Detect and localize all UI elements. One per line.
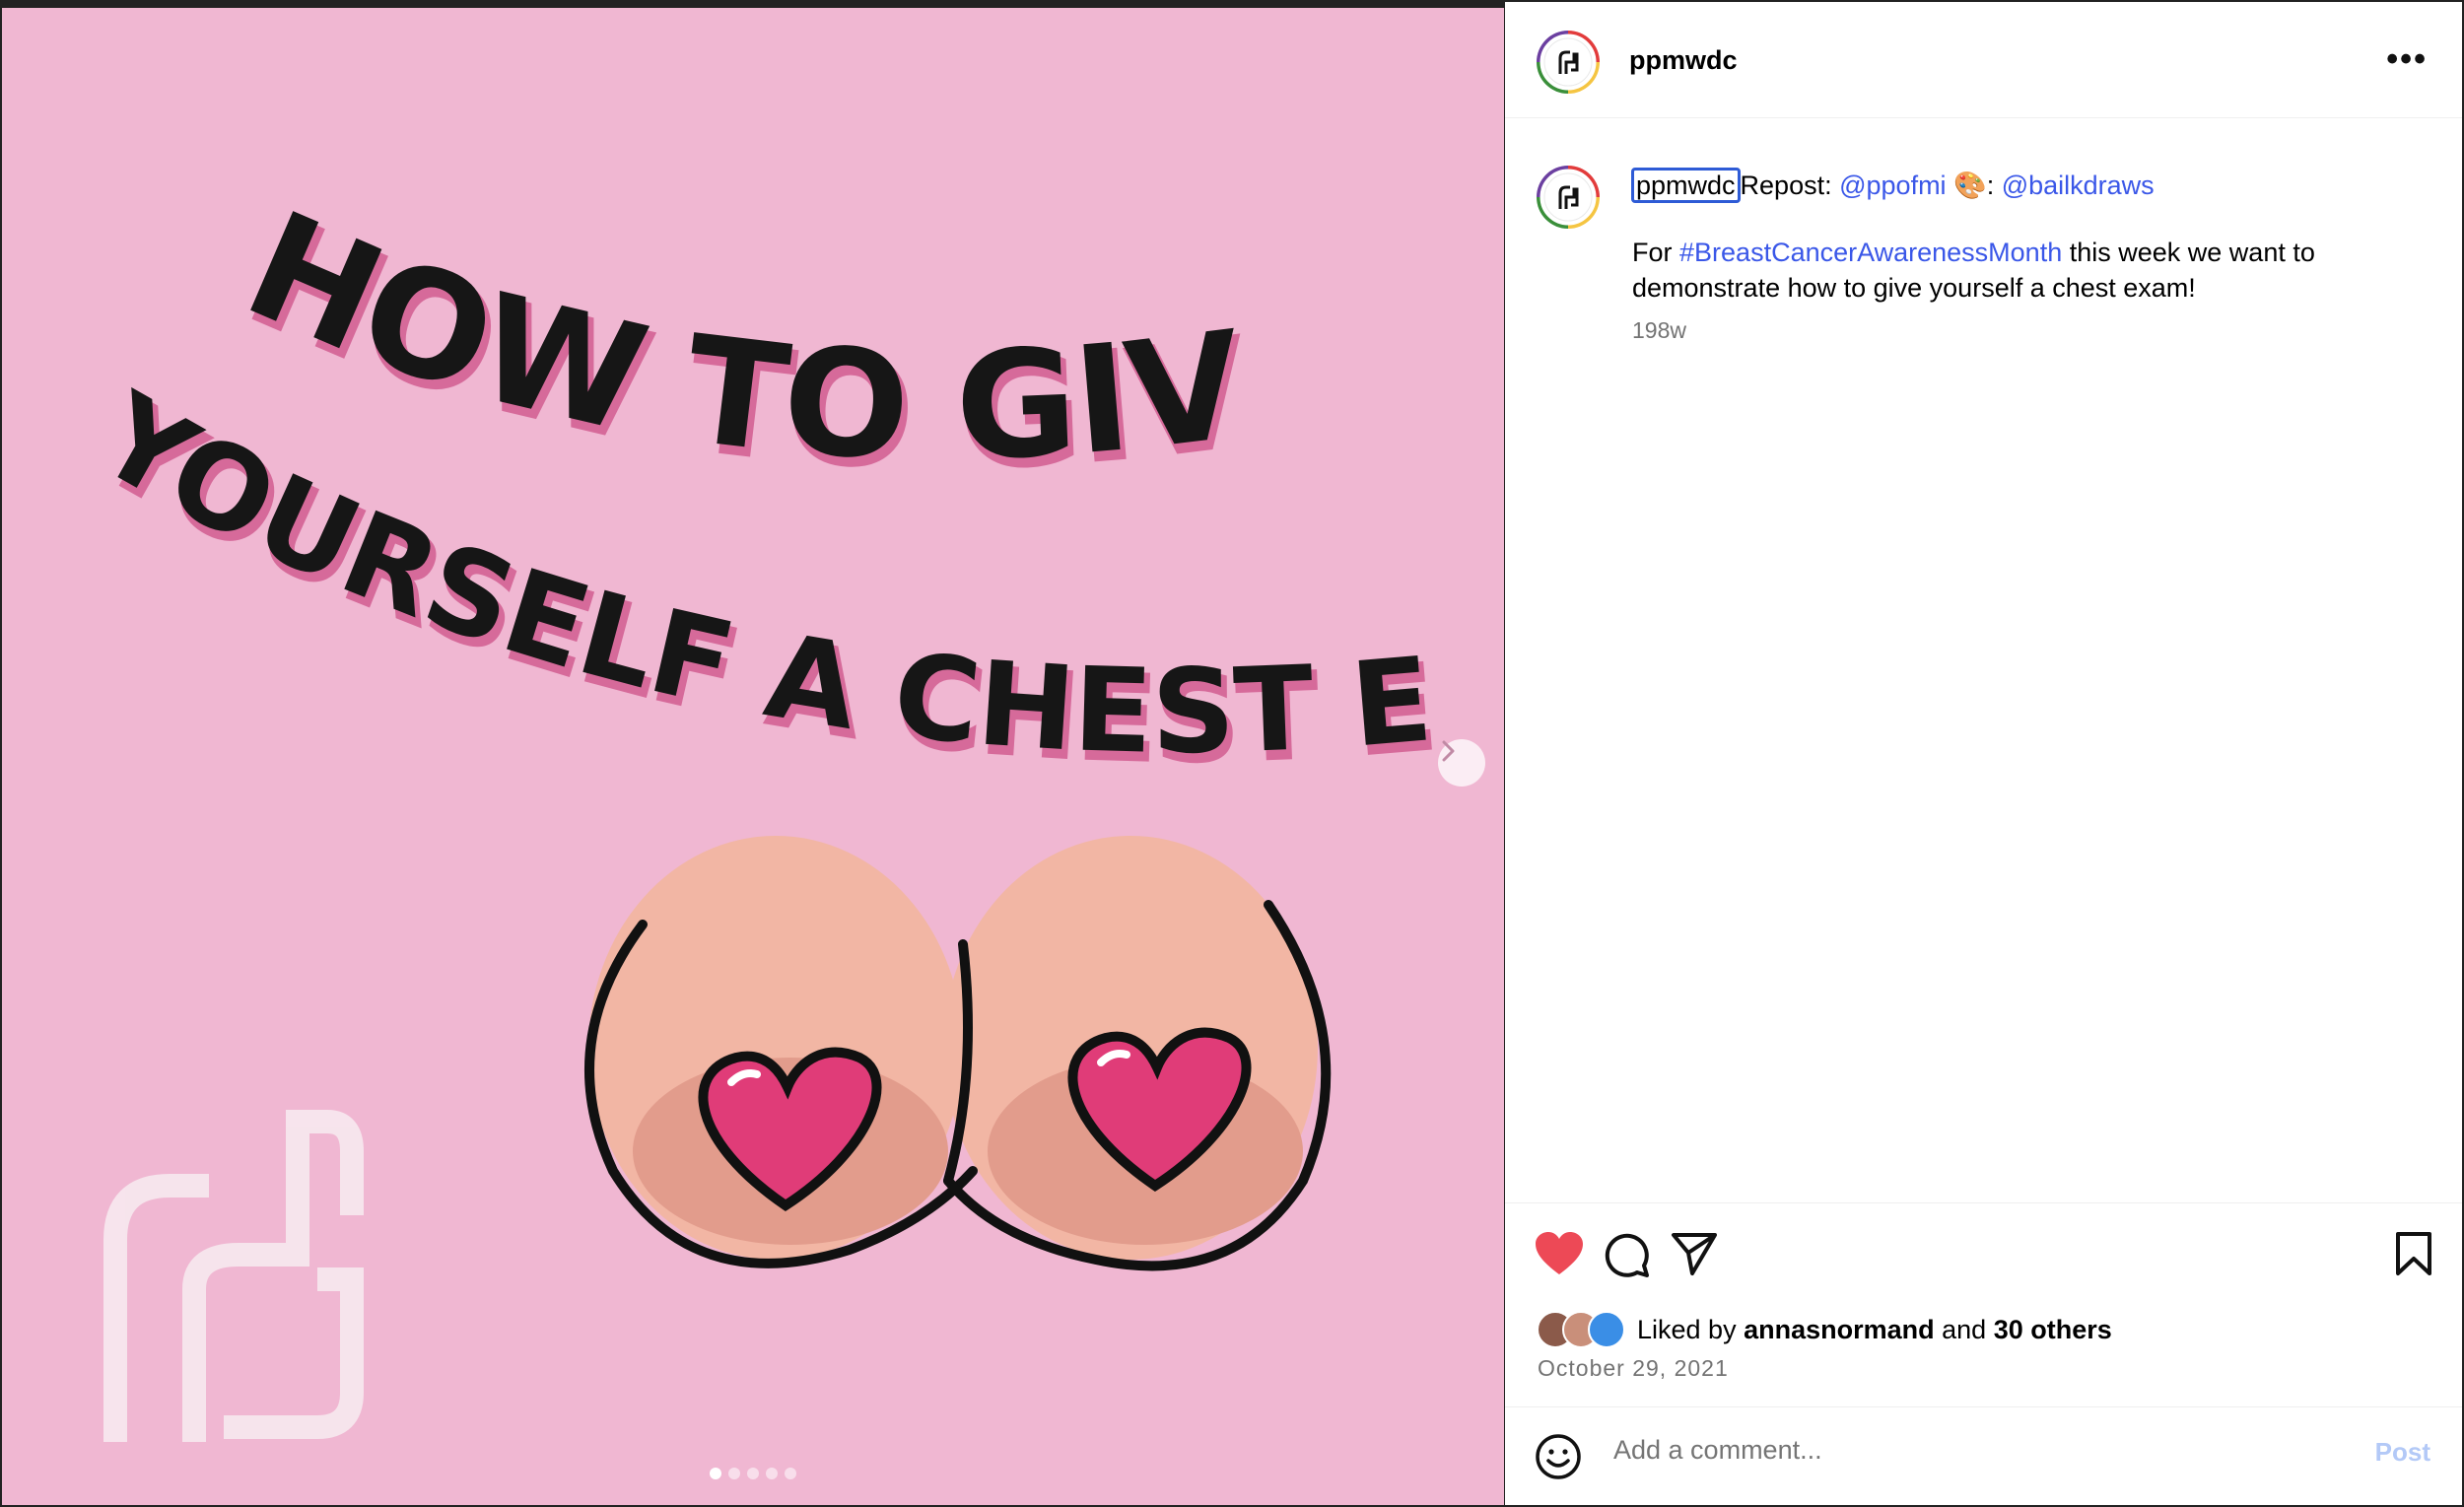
carousel-indicator (710, 1468, 796, 1479)
carousel-dot (766, 1468, 778, 1479)
comment-icon[interactable] (1603, 1231, 1650, 1278)
post-comment-button[interactable]: Post (2375, 1437, 2430, 1468)
caption-heading: ppmwdc Repost: @ppofmi 🎨: @bailkdraws (1631, 168, 2155, 203)
post-header: ppmwdc ••• (1505, 2, 2462, 118)
post-image: HOW TO GIVE HOW TO GIVE YOURSELF A CHEST… (2, 8, 1504, 1505)
hashtag-link[interactable]: #BreastCancerAwarenessMonth (1679, 238, 2062, 267)
avatar (1588, 1311, 1625, 1348)
post-illustration: HOW TO GIVE HOW TO GIVE YOURSELF A CHEST… (2, 8, 1443, 1442)
post-sidebar: ppmwdc ••• ppmwdc Repost: @ppofmi 🎨: @bai… (1505, 2, 2462, 1505)
app-window: HOW TO GIVE HOW TO GIVE YOURSELF A CHEST… (0, 0, 2464, 1507)
caption-separator: : (1986, 171, 2002, 200)
carousel-dot (728, 1468, 740, 1479)
chest-illustration (584, 836, 1332, 1271)
bookmark-icon[interactable] (2395, 1231, 2432, 1276)
comment-input[interactable] (1613, 1435, 2303, 1466)
share-icon[interactable] (1671, 1231, 1718, 1276)
caption-body: For #BreastCancerAwarenessMonth this wee… (1632, 235, 2401, 306)
liked-by-user-link[interactable]: annasnormand (1744, 1315, 1935, 1344)
caption-body-prefix: For (1632, 238, 1680, 267)
avatar[interactable] (1537, 31, 1600, 94)
watermark-logo (103, 1110, 364, 1442)
mention-link[interactable]: @bailkdraws (2002, 171, 2155, 200)
heart-icon[interactable] (1535, 1231, 1584, 1276)
avatar[interactable] (1537, 166, 1600, 229)
emoji-icon[interactable] (1535, 1433, 1582, 1480)
carousel-dot (710, 1468, 721, 1479)
carousel-dot (747, 1468, 759, 1479)
mention-link[interactable]: @ppofmi (1839, 171, 1946, 200)
post-date[interactable]: October 29, 2021 (1538, 1355, 1729, 1382)
caption-username[interactable]: ppmwdc (1631, 168, 1741, 203)
liked-by-others-link[interactable]: 30 others (1994, 1315, 2112, 1344)
caption-timestamp[interactable]: 198w (1632, 317, 1686, 344)
headline: HOW TO GIVE HOW TO GIVE YOURSELF A CHEST… (2, 8, 1443, 789)
liked-by-and: and (1934, 1314, 1994, 1344)
comment-bar: Post (1505, 1406, 2462, 1505)
post-author-username[interactable]: ppmwdc (1629, 45, 1738, 76)
liked-by: Liked by annasnormand and 30 others (1537, 1310, 2112, 1349)
caption-repost-prefix: Repost: (1740, 171, 1840, 200)
carousel-next-button[interactable] (1438, 739, 1485, 787)
more-horizontal-icon[interactable]: ••• (2386, 42, 2428, 76)
chevron-right-icon (1442, 740, 1455, 762)
carousel-dot (785, 1468, 796, 1479)
palette-emoji: 🎨 (1953, 171, 1987, 200)
liked-by-prefix: Liked by (1637, 1314, 1745, 1344)
liked-by-text: Liked by annasnormand and 30 others (1637, 1315, 2112, 1345)
